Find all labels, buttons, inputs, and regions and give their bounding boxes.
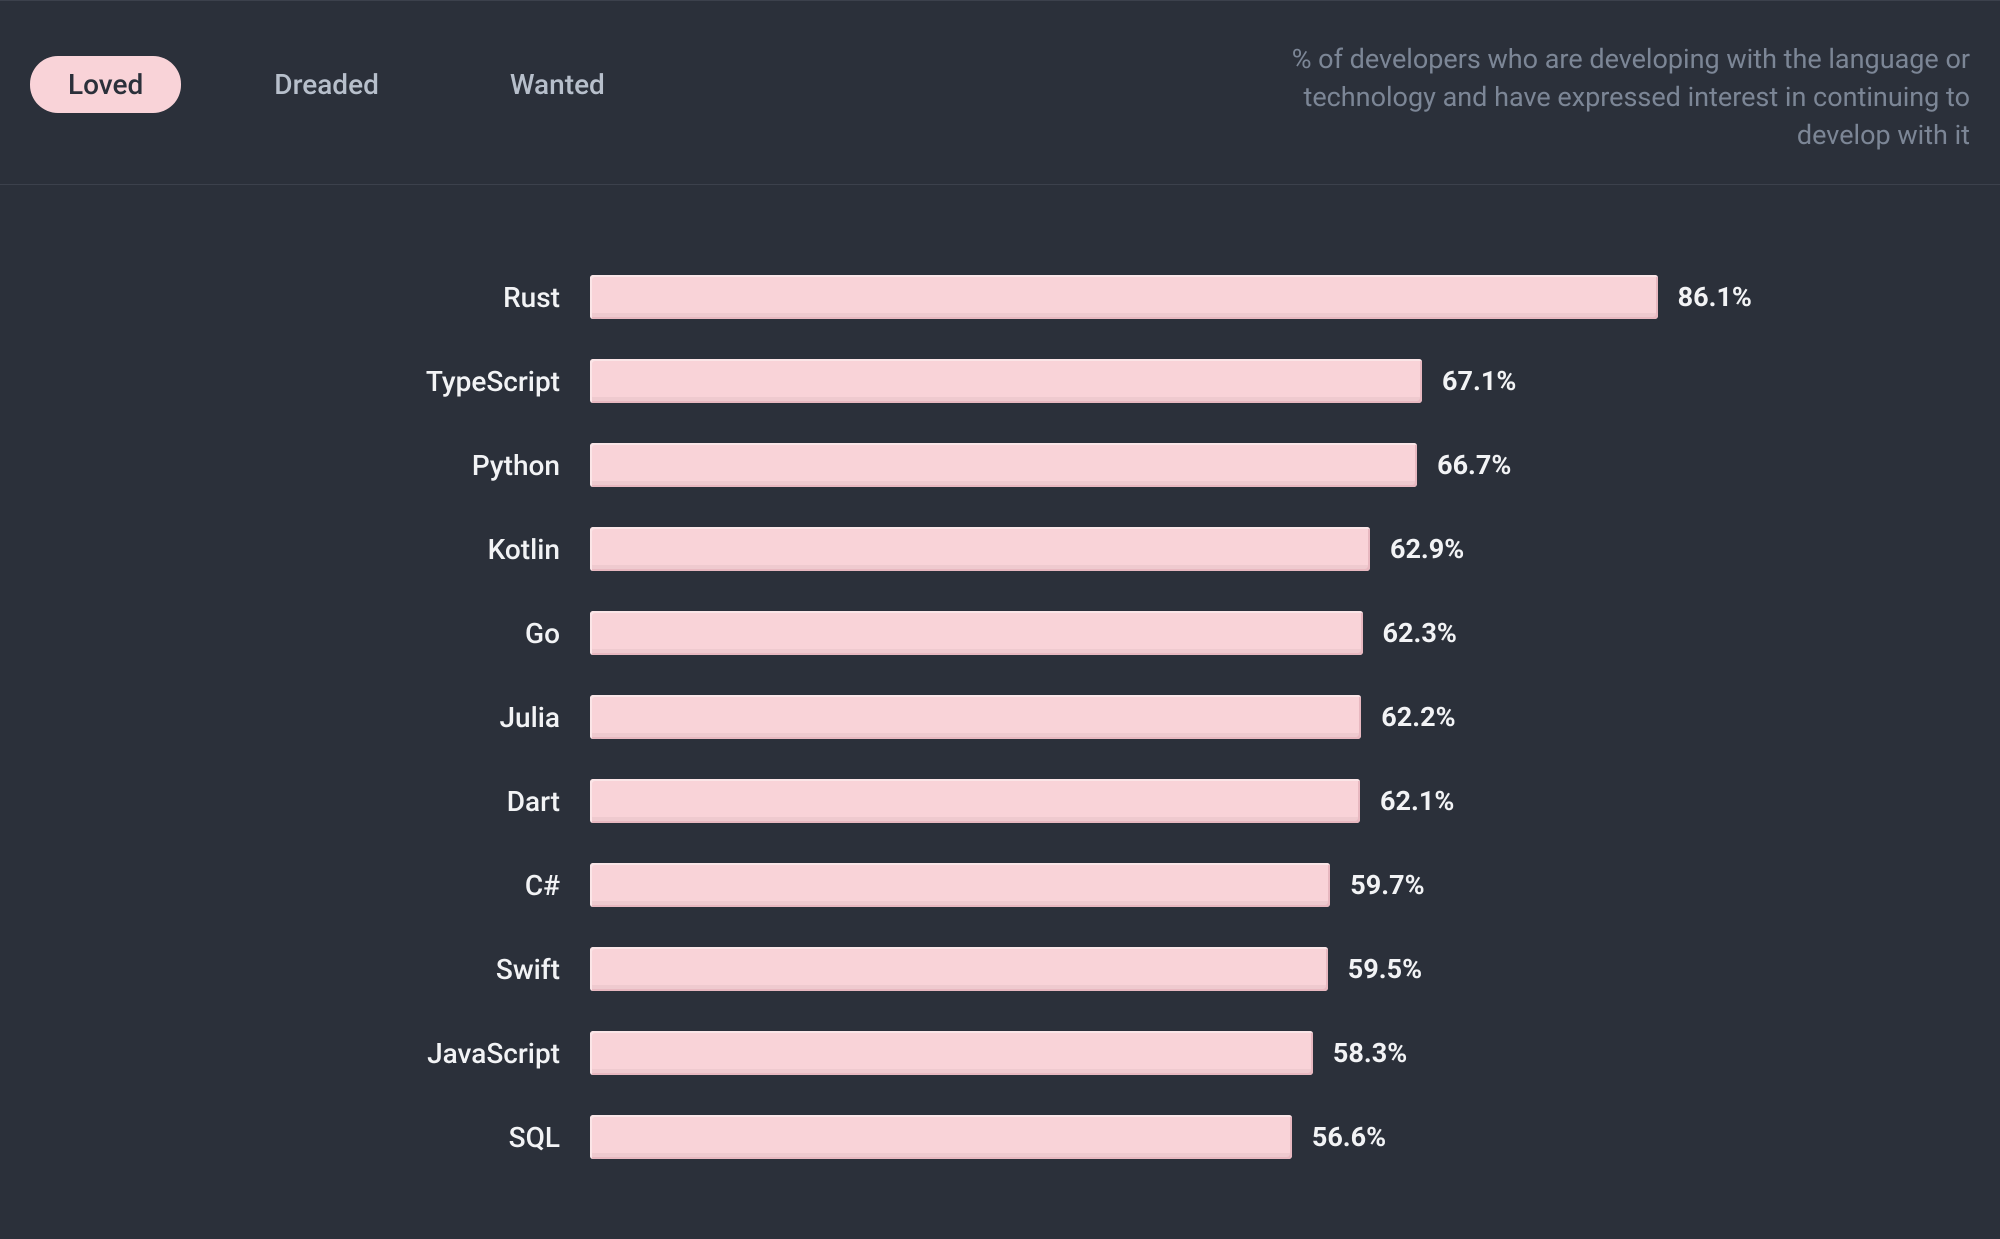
bar-row: C# 59.7% bbox=[30, 863, 1970, 907]
bar-row: Go 62.3% bbox=[30, 611, 1970, 655]
page-root: Loved Dreaded Wanted % of developers who… bbox=[0, 0, 2000, 1239]
bar-label: Python bbox=[30, 449, 590, 482]
bar-row: JavaScript 58.3% bbox=[30, 1031, 1970, 1075]
bar-label: Kotlin bbox=[30, 533, 590, 566]
bar-row: Python 66.7% bbox=[30, 443, 1970, 487]
bar-value: 67.1% bbox=[1442, 365, 1516, 397]
bar-value: 58.3% bbox=[1333, 1037, 1407, 1069]
bar-label: Julia bbox=[30, 701, 590, 734]
bar-label: Rust bbox=[30, 281, 590, 314]
bar-fill[interactable] bbox=[590, 1115, 1292, 1159]
bar-fill[interactable] bbox=[590, 275, 1658, 319]
bar-row: Julia 62.2% bbox=[30, 695, 1970, 739]
bar-fill[interactable] bbox=[590, 611, 1363, 655]
bar-label: Dart bbox=[30, 785, 590, 818]
bar-track: 66.7% bbox=[590, 443, 1511, 487]
bar-label: C# bbox=[30, 869, 590, 902]
bar-track: 86.1% bbox=[590, 275, 1752, 319]
bar-track: 59.7% bbox=[590, 863, 1425, 907]
bar-label: Go bbox=[30, 617, 590, 650]
bar-fill[interactable] bbox=[590, 863, 1330, 907]
tab-wanted[interactable]: Wanted bbox=[472, 56, 643, 113]
bar-chart: Rust 86.1% TypeScript 67.1% Python 66.7% Kotli… bbox=[0, 185, 2000, 1239]
bar-track: 62.2% bbox=[590, 695, 1456, 739]
bar-value: 59.5% bbox=[1348, 953, 1422, 985]
bar-row: Dart 62.1% bbox=[30, 779, 1970, 823]
bar-label: Swift bbox=[30, 953, 590, 986]
bar-row: SQL 56.6% bbox=[30, 1115, 1970, 1159]
bar-fill[interactable] bbox=[590, 695, 1361, 739]
bar-fill[interactable] bbox=[590, 359, 1422, 403]
bar-value: 62.2% bbox=[1381, 701, 1455, 733]
bar-value: 62.9% bbox=[1390, 533, 1464, 565]
bar-value: 62.1% bbox=[1380, 785, 1454, 817]
bar-track: 59.5% bbox=[590, 947, 1422, 991]
chart-description: % of developers who are developing with … bbox=[1270, 41, 1970, 154]
bar-track: 67.1% bbox=[590, 359, 1516, 403]
bar-track: 62.9% bbox=[590, 527, 1464, 571]
bar-track: 58.3% bbox=[590, 1031, 1407, 1075]
bar-label: JavaScript bbox=[30, 1037, 590, 1070]
bar-value: 62.3% bbox=[1383, 617, 1457, 649]
bar-row: TypeScript 67.1% bbox=[30, 359, 1970, 403]
bar-fill[interactable] bbox=[590, 1031, 1313, 1075]
bar-track: 62.1% bbox=[590, 779, 1454, 823]
bar-fill[interactable] bbox=[590, 527, 1370, 571]
chart-header: Loved Dreaded Wanted % of developers who… bbox=[0, 0, 2000, 185]
bar-value: 59.7% bbox=[1350, 869, 1424, 901]
bar-label: TypeScript bbox=[30, 365, 590, 398]
bar-row: Rust 86.1% bbox=[30, 275, 1970, 319]
metric-tabs: Loved Dreaded Wanted bbox=[30, 41, 643, 113]
bar-fill[interactable] bbox=[590, 443, 1417, 487]
bar-track: 62.3% bbox=[590, 611, 1457, 655]
tab-dreaded[interactable]: Dreaded bbox=[236, 56, 417, 113]
bar-fill[interactable] bbox=[590, 947, 1328, 991]
bar-value: 86.1% bbox=[1678, 281, 1752, 313]
bar-value: 56.6% bbox=[1312, 1121, 1386, 1153]
tab-loved[interactable]: Loved bbox=[30, 56, 181, 113]
bar-row: Kotlin 62.9% bbox=[30, 527, 1970, 571]
bar-value: 66.7% bbox=[1437, 449, 1511, 481]
bar-row: Swift 59.5% bbox=[30, 947, 1970, 991]
bar-label: SQL bbox=[30, 1121, 590, 1154]
bar-track: 56.6% bbox=[590, 1115, 1386, 1159]
bar-fill[interactable] bbox=[590, 779, 1360, 823]
